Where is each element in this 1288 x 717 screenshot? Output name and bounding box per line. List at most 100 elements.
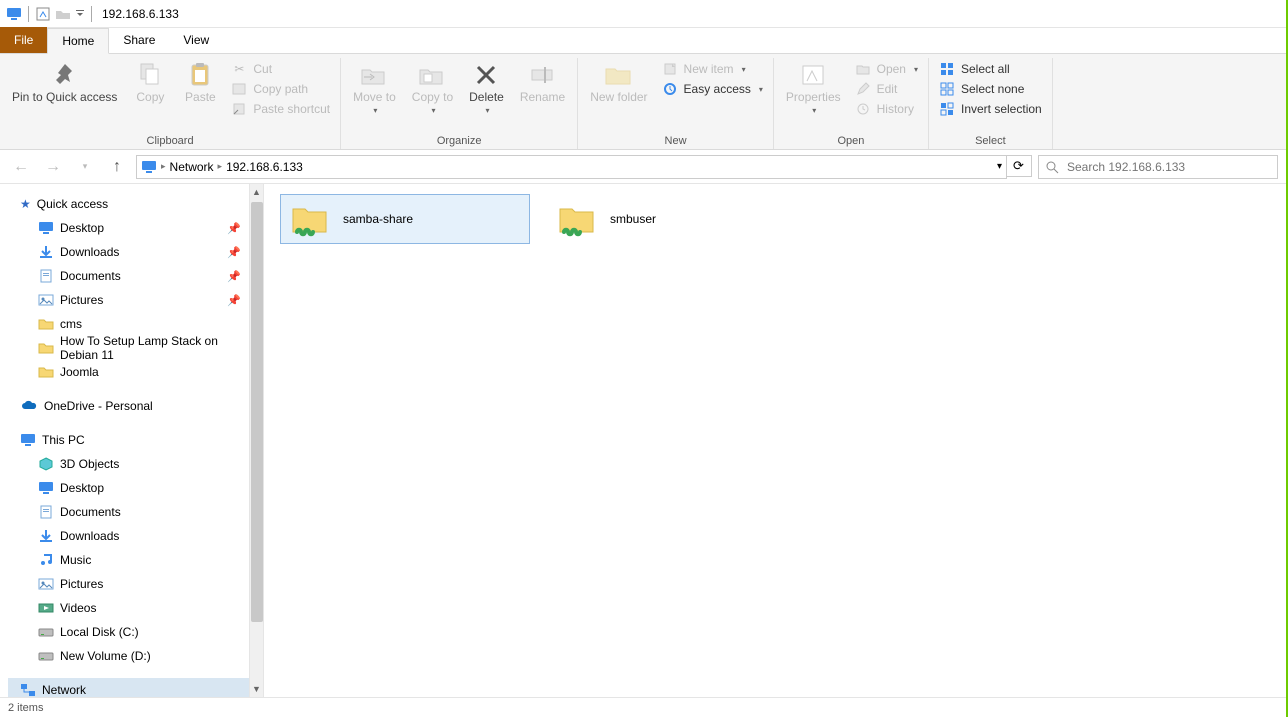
nav-quick-item[interactable]: Downloads📌 [8, 240, 249, 264]
newfolder-icon [603, 60, 635, 90]
nav-forward-button[interactable]: → [40, 154, 66, 180]
new-folder-button[interactable]: New folder [584, 58, 653, 104]
group-label-open: Open [780, 135, 922, 149]
item-icon [38, 365, 54, 379]
item-icon [38, 293, 54, 307]
pin-icon: 📌 [227, 222, 241, 235]
refresh-button[interactable]: ⟳ [1006, 155, 1032, 177]
tab-file[interactable]: File [0, 27, 47, 53]
scroll-up-icon[interactable]: ▲ [250, 184, 263, 200]
easyaccess-icon [662, 81, 678, 97]
nav-onedrive[interactable]: OneDrive - Personal [8, 394, 249, 418]
search-icon [1045, 160, 1059, 174]
nav-quick-item[interactable]: cms [8, 312, 249, 336]
nav-pc-item[interactable]: 3D Objects [8, 452, 249, 476]
copy-button[interactable]: Copy [127, 58, 173, 104]
pc-icon [20, 433, 36, 447]
nav-quick-item[interactable]: Joomla [8, 360, 249, 384]
qat-newfolder-icon[interactable] [53, 4, 73, 24]
group-label-select: Select [935, 135, 1046, 149]
nav-recent-button[interactable]: ▾ [72, 154, 98, 180]
nav-pc-item[interactable]: Pictures [8, 572, 249, 596]
copy-icon [134, 60, 166, 90]
move-to-button[interactable]: Move to▾ [347, 58, 402, 118]
nav-pc-item[interactable]: Local Disk (C:) [8, 620, 249, 644]
item-icon [38, 481, 54, 495]
copy-path-button[interactable]: Copy path [227, 80, 334, 98]
qat-properties-icon[interactable] [33, 4, 53, 24]
search-input[interactable] [1065, 159, 1271, 175]
properties-button[interactable]: Properties▾ [780, 58, 847, 118]
paste-button[interactable]: Paste [177, 58, 223, 104]
nav-back-button[interactable]: ← [8, 154, 34, 180]
chevron-right-icon[interactable]: ▸ [218, 161, 223, 172]
scroll-thumb[interactable] [251, 202, 263, 622]
nav-scrollbar[interactable]: ▲ ▼ [249, 184, 263, 697]
item-label: Desktop [60, 221, 104, 235]
addr-dropdown-icon[interactable]: ▾ [997, 161, 1002, 172]
moveto-icon [358, 60, 390, 90]
easy-access-button[interactable]: Easy access▾ [658, 80, 767, 98]
nav-quick-access[interactable]: ★Quick access [8, 192, 249, 216]
share-item[interactable]: smbuser [548, 194, 798, 244]
pc-icon [141, 160, 157, 174]
cut-button[interactable]: ✂Cut [227, 60, 334, 78]
status-item-count: 2 items [8, 702, 43, 714]
history-button[interactable]: History [851, 100, 922, 118]
title-bar: 192.168.6.133 [0, 0, 1286, 28]
item-label: Downloads [60, 529, 119, 543]
nav-pc-item[interactable]: Downloads [8, 524, 249, 548]
item-label: Documents [60, 505, 121, 519]
item-icon [38, 269, 54, 283]
nav-network[interactable]: Network [8, 678, 249, 697]
navigation-pane: ★Quick access Desktop📌Downloads📌Document… [0, 184, 264, 697]
item-icon [38, 601, 54, 615]
new-item-button[interactable]: New item▾ [658, 60, 767, 78]
content-area[interactable]: samba-share smbuser [264, 184, 1286, 697]
address-bar[interactable]: ▸Network▸192.168.6.133 ▾ [136, 155, 1007, 179]
search-box[interactable] [1038, 155, 1278, 179]
qat-dropdown-icon[interactable] [73, 10, 87, 18]
tab-view[interactable]: View [169, 27, 223, 53]
share-item[interactable]: samba-share [280, 194, 530, 244]
copy-to-button[interactable]: Copy to▾ [406, 58, 459, 118]
nav-quick-item[interactable]: Documents📌 [8, 264, 249, 288]
nav-this-pc[interactable]: This PC [8, 428, 249, 452]
item-icon [38, 457, 54, 471]
copyto-icon [416, 60, 448, 90]
tab-home[interactable]: Home [47, 28, 109, 54]
invert-selection-button[interactable]: Invert selection [935, 100, 1046, 118]
nav-quick-item[interactable]: Desktop 📌 [8, 216, 249, 240]
tab-share[interactable]: Share [109, 27, 169, 53]
nav-quick-item[interactable]: Pictures📌 [8, 288, 249, 312]
item-label: Documents [60, 269, 121, 283]
item-label: Pictures [60, 577, 103, 591]
share-folder-icon [556, 199, 596, 239]
status-bar: 2 items [0, 697, 1286, 717]
rename-button[interactable]: Rename [514, 58, 571, 104]
nav-pc-item[interactable]: Music [8, 548, 249, 572]
breadcrumb-network[interactable]: Network [170, 160, 214, 174]
nav-pc-item[interactable]: Desktop [8, 476, 249, 500]
chevron-right-icon[interactable]: ▸ [161, 161, 166, 172]
nav-pc-item[interactable]: Videos [8, 596, 249, 620]
breadcrumb-host[interactable]: 192.168.6.133 [226, 160, 303, 174]
nav-pc-item[interactable]: New Volume (D:) [8, 644, 249, 668]
select-all-button[interactable]: Select all [935, 60, 1046, 78]
item-icon [38, 649, 54, 663]
open-button[interactable]: Open▾ [851, 60, 922, 78]
paste-shortcut-button[interactable]: Paste shortcut [227, 100, 334, 118]
delete-button[interactable]: Delete▾ [463, 58, 510, 118]
pin-quick-access-button[interactable]: Pin to Quick access [6, 58, 123, 104]
select-none-button[interactable]: Select none [935, 80, 1046, 98]
nav-pc-item[interactable]: Documents [8, 500, 249, 524]
share-name: smbuser [610, 212, 656, 226]
edit-button[interactable]: Edit [851, 80, 922, 98]
rename-icon [527, 60, 559, 90]
scroll-down-icon[interactable]: ▼ [250, 681, 263, 697]
item-label: Videos [60, 601, 96, 615]
item-label: Desktop [60, 481, 104, 495]
nav-up-button[interactable]: ↑ [104, 154, 130, 180]
item-label: Music [60, 553, 91, 567]
nav-quick-item[interactable]: How To Setup Lamp Stack on Debian 11 [8, 336, 249, 360]
